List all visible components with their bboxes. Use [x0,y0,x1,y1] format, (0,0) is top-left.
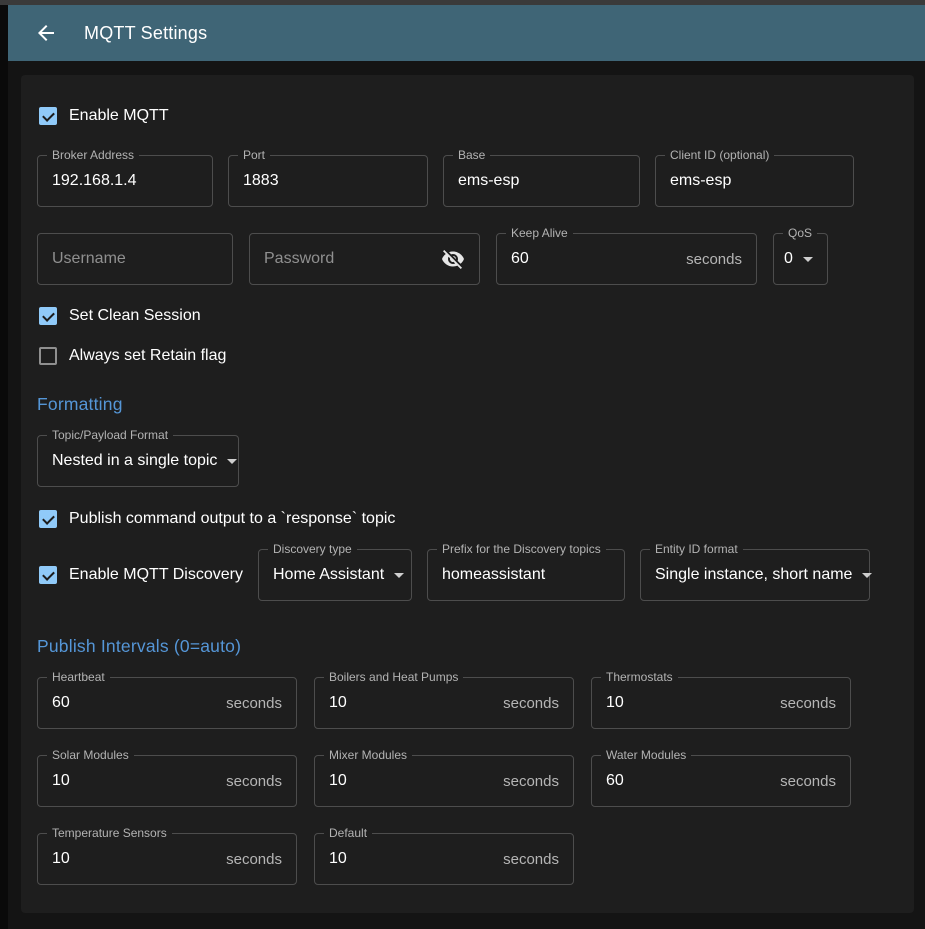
password-field[interactable] [249,233,480,285]
field-label: Broker Address [47,149,139,162]
field-label: Thermostats [601,671,678,684]
select-value: 0 [784,250,793,268]
field-value: 192.168.1.4 [52,172,137,190]
broker-address-field[interactable]: Broker Address 192.168.1.4 [37,155,213,207]
field-value: 60 [511,250,678,268]
field-value: 10 [52,850,218,868]
chevron-down-icon [803,257,813,262]
checkbox-icon[interactable] [39,347,57,365]
field-label: Client ID (optional) [665,149,774,162]
field-value: 10 [329,694,495,712]
field-value: 10 [606,694,772,712]
chevron-down-icon [227,459,237,464]
clean-session-checkbox[interactable]: Set Clean Session [37,307,898,325]
client-id-field[interactable]: Client ID (optional) ems-esp [655,155,854,207]
retain-flag-checkbox[interactable]: Always set Retain flag [37,347,898,365]
response-topic-checkbox[interactable]: Publish command output to a `response` t… [37,510,898,528]
discovery-prefix-field[interactable]: Prefix for the Discovery topics homeassi… [427,549,625,601]
field-label: Discovery type [268,543,357,556]
field-label: Keep Alive [506,227,573,240]
seconds-adornment: seconds [686,251,742,268]
page-title: MQTT Settings [84,23,207,44]
boilers-interval-field[interactable]: Boilers and Heat Pumps 10 seconds [314,677,574,729]
seconds-adornment: seconds [226,851,282,868]
formatting-heading: Formatting [37,394,898,415]
checkbox-label: Enable MQTT Discovery [69,566,243,584]
checkbox-label: Set Clean Session [69,307,201,325]
default-interval-field[interactable]: Default 10 seconds [314,833,574,885]
username-input[interactable] [52,250,218,268]
field-value: 1883 [243,172,279,190]
checkbox-icon[interactable] [39,566,57,584]
thermostats-interval-field[interactable]: Thermostats 10 seconds [591,677,851,729]
keep-alive-field[interactable]: Keep Alive 60 seconds [496,233,757,285]
seconds-adornment: seconds [503,695,559,712]
back-button[interactable] [26,13,66,53]
mqtt-discovery-checkbox[interactable]: Enable MQTT Discovery [37,566,243,584]
port-field[interactable]: Port 1883 [228,155,428,207]
appbar: MQTT Settings [8,5,925,61]
field-value: homeassistant [442,566,545,584]
select-value: Nested in a single topic [52,452,217,470]
publish-intervals-heading: Publish Intervals (0=auto) [37,636,898,657]
select-value: Single instance, short name [655,566,852,584]
field-value: 10 [52,772,218,790]
checkbox-label: Enable MQTT [69,107,169,125]
mixer-interval-field[interactable]: Mixer Modules 10 seconds [314,755,574,807]
base-field[interactable]: Base ems-esp [443,155,640,207]
field-value: 60 [52,694,218,712]
field-label: Base [453,149,490,162]
chevron-down-icon [394,573,404,578]
field-label: Solar Modules [47,749,134,762]
field-label: Entity ID format [650,543,743,556]
solar-interval-field[interactable]: Solar Modules 10 seconds [37,755,297,807]
field-value: 60 [606,772,772,790]
field-value: 10 [329,850,495,868]
field-label: Prefix for the Discovery topics [437,543,606,556]
enable-mqtt-checkbox[interactable]: Enable MQTT [37,107,898,125]
discovery-type-select[interactable]: Discovery type Home Assistant [258,549,412,601]
select-value: Home Assistant [273,566,384,584]
entity-id-format-select[interactable]: Entity ID format Single instance, short … [640,549,870,601]
checkbox-label: Always set Retain flag [69,347,226,365]
seconds-adornment: seconds [780,773,836,790]
username-field[interactable] [37,233,233,285]
password-input[interactable] [264,250,433,268]
field-value: ems-esp [670,172,731,190]
field-label: Boilers and Heat Pumps [324,671,463,684]
arrow-back-icon [34,21,58,45]
field-label: Temperature Sensors [47,827,172,840]
visibility-off-icon[interactable] [441,247,465,271]
field-label: Water Modules [601,749,691,762]
checkbox-icon[interactable] [39,510,57,528]
seconds-adornment: seconds [503,773,559,790]
field-label: Topic/Payload Format [47,429,173,442]
field-value: ems-esp [458,172,519,190]
checkbox-icon[interactable] [39,107,57,125]
temperature-sensors-interval-field[interactable]: Temperature Sensors 10 seconds [37,833,297,885]
seconds-adornment: seconds [503,851,559,868]
heartbeat-interval-field[interactable]: Heartbeat 60 seconds [37,677,297,729]
checkbox-label: Publish command output to a `response` t… [69,510,395,528]
field-label: Mixer Modules [324,749,412,762]
seconds-adornment: seconds [226,773,282,790]
chevron-down-icon [862,573,872,578]
seconds-adornment: seconds [780,695,836,712]
field-label: Port [238,149,270,162]
field-value: 10 [329,772,495,790]
checkbox-icon[interactable] [39,307,57,325]
field-label: Heartbeat [47,671,110,684]
field-label: Default [324,827,372,840]
water-interval-field[interactable]: Water Modules 60 seconds [591,755,851,807]
topic-format-select[interactable]: Topic/Payload Format Nested in a single … [37,435,239,487]
qos-select[interactable]: QoS 0 [773,233,828,285]
window-left-edge [0,5,8,929]
seconds-adornment: seconds [226,695,282,712]
field-label: QoS [783,227,817,240]
settings-card: Enable MQTT Broker Address 192.168.1.4 P… [21,75,914,913]
